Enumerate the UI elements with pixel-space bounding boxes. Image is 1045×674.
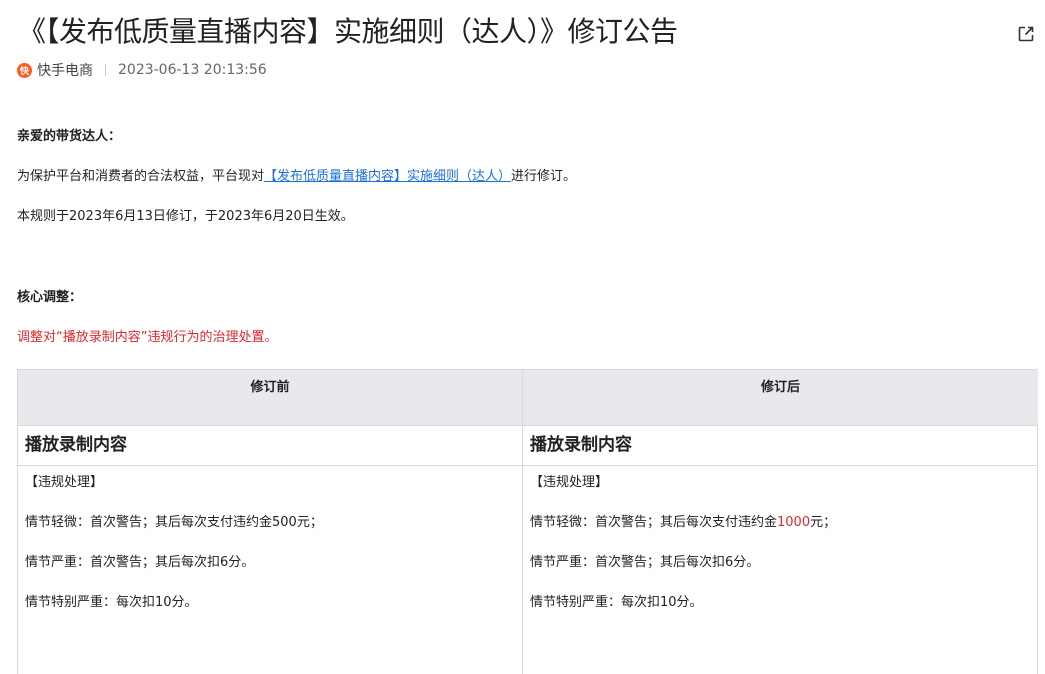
subheading-after: 播放录制内容	[523, 426, 1038, 466]
before-column: 修订前 播放录制内容 【违规处理】 情节轻微：首次警告；其后每次支付违约金500…	[18, 370, 522, 674]
minor-rule-prefix: 情节轻微：首次警告；其后每次支付违约金	[530, 515, 778, 530]
before-content: 【违规处理】 情节轻微：首次警告；其后每次支付违约金500元； 情节严重：首次警…	[18, 466, 522, 612]
intro-prefix: 为保护平台和消费者的合法权益，平台现对	[17, 169, 265, 184]
handling-label: 【违规处理】	[530, 475, 609, 490]
intro-suffix: 进行修订。	[511, 169, 577, 184]
source-logo-icon: 快	[17, 62, 32, 78]
after-column: 修订后 播放录制内容 【违规处理】 情节轻微：首次警告；其后每次支付违约金100…	[522, 370, 1038, 674]
very-serious-rule: 情节特别严重：每次扣10分。	[25, 595, 198, 610]
core-heading: 核心调整：	[17, 290, 83, 305]
minor-rule: 情节轻微：首次警告；其后每次支付违约金1000元；	[530, 514, 1038, 532]
meta-divider	[105, 64, 106, 76]
page-title: 《【发布低质量直播内容】实施细则（达人）》修订公告	[18, 15, 678, 48]
announcement-page: 《【发布低质量直播内容】实施细则（达人）》修订公告 快 快手电商 2023-06…	[0, 0, 1045, 674]
header-after: 修订后	[523, 370, 1038, 426]
handling-label: 【违规处理】	[25, 475, 104, 490]
external-link-icon[interactable]	[1016, 24, 1036, 44]
source-name[interactable]: 快手电商	[37, 60, 93, 80]
minor-rule-suffix: 元；	[810, 515, 837, 530]
greeting: 亲爱的带货达人：	[17, 129, 122, 144]
after-content: 【违规处理】 情节轻微：首次警告；其后每次支付违约金1000元； 情节严重：首次…	[523, 466, 1038, 612]
minor-rule: 情节轻微：首次警告；其后每次支付违约金500元；	[25, 515, 323, 530]
serious-rule: 情节严重：首次警告；其后每次扣6分。	[530, 555, 760, 570]
publish-date: 2023-06-13 20:13:56	[118, 62, 267, 78]
core-note: 调整对“播放录制内容”违规行为的治理处置。	[17, 330, 278, 345]
article-meta: 快 快手电商 2023-06-13 20:13:56	[17, 60, 267, 80]
intro-paragraph: 为保护平台和消费者的合法权益，平台现对【发布低质量直播内容】实施细则（达人）进行…	[17, 168, 576, 186]
subheading-before: 播放录制内容	[18, 426, 522, 466]
effective-date-paragraph: 本规则于2023年6月13日修订，于2023年6月20日生效。	[17, 209, 354, 224]
serious-rule: 情节严重：首次警告；其后每次扣6分。	[25, 555, 255, 570]
rule-link[interactable]: 【发布低质量直播内容】实施细则（达人）	[264, 169, 511, 184]
revision-table: 修订前 播放录制内容 【违规处理】 情节轻微：首次警告；其后每次支付违约金500…	[17, 369, 1038, 674]
minor-rule-amount: 1000	[777, 515, 811, 530]
header-before: 修订前	[18, 370, 522, 426]
very-serious-rule: 情节特别严重：每次扣10分。	[530, 595, 703, 610]
